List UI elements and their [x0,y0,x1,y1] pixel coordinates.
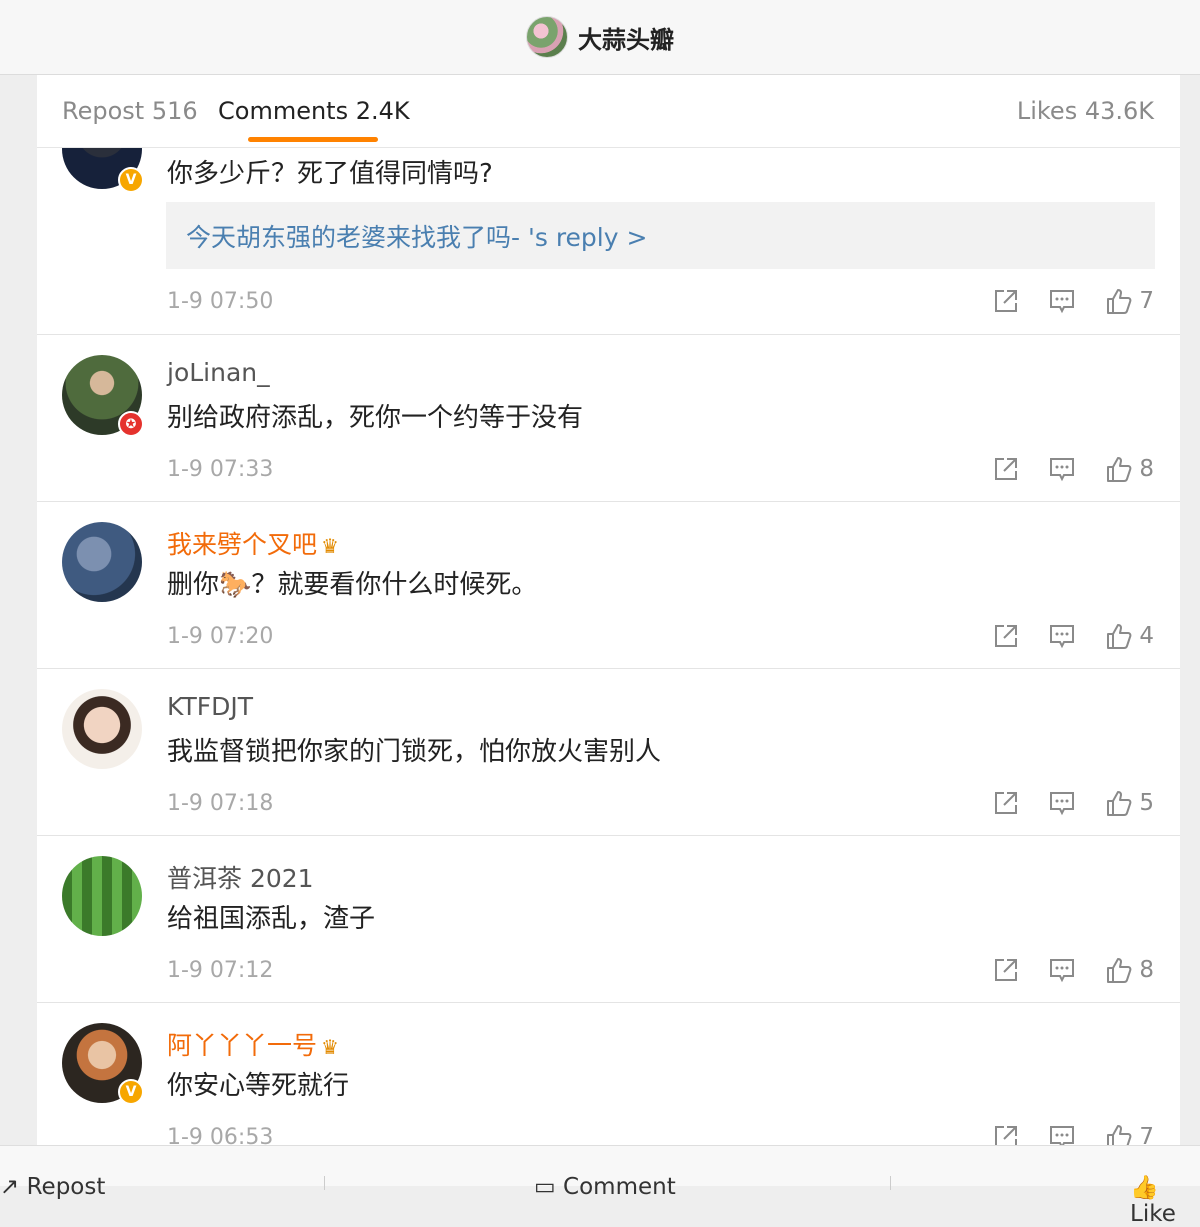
tab-bar: Repost 516 Comments 2.4K Likes 43.6K [37,75,1180,148]
commenter-name[interactable]: 阿丫丫丫一号 ♛ [167,1026,339,1062]
comment-text: 给祖国添乱，渣子 [167,904,376,934]
comment-icon[interactable] [1049,623,1075,649]
reply-box: 今天胡东强的老婆来找我了吗- 's reply > [166,202,1155,269]
comment-time: 1-9 07:33 [167,457,274,482]
commenter-name[interactable]: joLinan_ [167,358,270,387]
like-count: 8 [1139,456,1154,482]
repost-button[interactable]: ↗ Repost [0,1174,105,1200]
comment-item: 我来劈个叉吧 ♛ 删你🐎？就要看你什么时候死。 1-9 07:20 4 [37,502,1180,669]
like-count: 7 [1139,1124,1154,1145]
star-badge-icon: ✪ [118,411,144,437]
comments-panel: Repost 516 Comments 2.4K Likes 43.6K V 你… [37,75,1180,1145]
comment-icon[interactable] [1049,456,1075,482]
comment-icon[interactable] [1049,957,1075,983]
thumbs-up-icon[interactable] [1105,287,1133,315]
share-icon[interactable] [993,623,1019,649]
comment-icon: ▭ [534,1174,556,1200]
comment-button[interactable]: ▭ Comment [534,1174,676,1200]
comment-time: 1-9 06:53 [167,1125,274,1145]
repost-label: Repost [26,1174,106,1200]
comment-time: 1-9 07:50 [167,289,274,314]
comment-text: 我监督锁把你家的门锁死，怕你放火害别人 [167,737,662,767]
commenter-name[interactable]: 我来劈个叉吧 ♛ [167,525,339,561]
share-icon[interactable] [993,957,1019,983]
thumbs-up-icon[interactable] [1105,789,1133,817]
comment-icon[interactable] [1049,1124,1075,1145]
thumbs-up-icon[interactable] [1105,622,1133,650]
comment-actions: 7 [993,286,1154,316]
profile-name[interactable]: 大蒜头瓣 [578,20,674,55]
like-count: 8 [1139,957,1154,983]
comment-actions: 8 [993,454,1154,484]
comment-label: Comment [563,1174,676,1200]
crown-icon: ♛ [321,1035,339,1059]
comment-time: 1-9 07:20 [167,624,274,649]
thumbs-up-icon[interactable] [1105,956,1133,984]
share-icon[interactable] [993,288,1019,314]
commenter-name[interactable]: KTFDJT [167,692,253,721]
like-button[interactable]: 👍 Like [1130,1174,1200,1227]
like-count: 4 [1139,623,1154,649]
comment-icon[interactable] [1049,790,1075,816]
commenter-name-text: 我来劈个叉吧 [167,530,318,559]
active-tab-indicator [248,137,378,142]
comment-text: 删你🐎？就要看你什么时候死。 [167,570,538,600]
tab-comments[interactable]: Comments 2.4K [218,97,410,125]
comment-item: 普洱茶 2021 给祖国添乱，渣子 1-9 07:12 8 [37,836,1180,1003]
crown-icon: ♛ [321,534,339,558]
comment-item: ✪ joLinan_ 别给政府添乱，死你一个约等于没有 1-9 07:33 8 [37,335,1180,502]
comment-icon[interactable] [1049,288,1075,314]
tab-likes[interactable]: Likes 43.6K [1017,97,1154,125]
comment-actions: 5 [993,788,1154,818]
like-label: Like [1130,1201,1176,1227]
profile-avatar[interactable] [526,16,568,58]
bottom-action-bar: ↗ Repost ▭ Comment 👍 Like [0,1145,1200,1227]
like-count: 7 [1139,288,1154,314]
comment-item: KTFDJT 我监督锁把你家的门锁死，怕你放火害别人 1-9 07:18 5 [37,669,1180,836]
like-count: 5 [1139,790,1154,816]
thumbs-up-icon[interactable] [1105,455,1133,483]
verified-badge-icon: V [118,1079,144,1105]
verified-badge-icon: V [118,167,144,193]
comment-time: 1-9 07:18 [167,791,274,816]
repost-icon: ↗ [0,1174,20,1200]
comment-item: V 你多少斤？死了值得同情吗? 今天胡东强的老婆来找我了吗- 's reply … [37,109,1180,335]
share-icon[interactable] [993,456,1019,482]
comment-item: V 阿丫丫丫一号 ♛ 你安心等死就行 1-9 06:53 7 [37,1003,1180,1145]
avatar[interactable] [62,522,142,602]
share-icon[interactable] [993,790,1019,816]
comment-actions: 4 [993,621,1154,651]
commenter-name[interactable]: 普洱茶 2021 [167,859,314,895]
reply-link[interactable]: 今天胡东强的老婆来找我了吗- 's reply > [186,218,647,254]
top-bar: 大蒜头瓣 [0,0,1200,75]
comment-text: 你多少斤？死了值得同情吗? [167,159,493,189]
comment-actions: 7 [993,1122,1154,1145]
comment-time: 1-9 07:12 [167,958,274,983]
tab-repost[interactable]: Repost 516 [62,97,198,125]
divider [324,1176,325,1190]
divider [890,1176,891,1190]
comment-actions: 8 [993,955,1154,985]
commenter-name-text: 阿丫丫丫一号 [167,1031,318,1060]
comment-text: 你安心等死就行 [167,1071,350,1101]
avatar[interactable] [62,689,142,769]
thumbs-up-icon[interactable] [1105,1123,1133,1145]
comment-list: V 你多少斤？死了值得同情吗? 今天胡东强的老婆来找我了吗- 's reply … [37,109,1180,1145]
thumbs-up-icon: 👍 [1130,1175,1159,1201]
comment-text: 别给政府添乱，死你一个约等于没有 [167,403,584,433]
share-icon[interactable] [993,1124,1019,1145]
avatar[interactable] [62,856,142,936]
